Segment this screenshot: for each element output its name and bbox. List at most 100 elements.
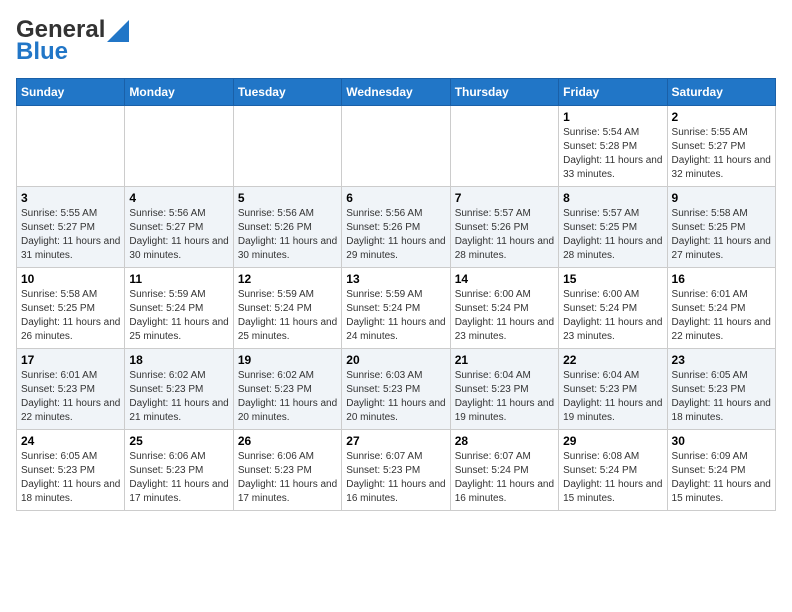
day-info: Sunrise: 6:05 AM Sunset: 5:23 PM Dayligh…: [672, 369, 771, 425]
logo-general: General: [16, 16, 105, 44]
day-info: Sunrise: 5:56 AM Sunset: 5:26 PM Dayligh…: [346, 207, 445, 263]
day-number: 27: [346, 434, 445, 448]
calendar-header-wednesday: Wednesday: [342, 79, 450, 106]
calendar-cell: 7 Sunrise: 5:57 AM Sunset: 5:26 PM Daylig…: [450, 187, 558, 268]
calendar-cell: 29 Sunrise: 6:08 AM Sunset: 5:24 PM Dayli…: [559, 430, 667, 511]
day-number: 12: [238, 272, 337, 286]
day-number: 7: [455, 191, 554, 205]
day-info: Sunrise: 6:02 AM Sunset: 5:23 PM Dayligh…: [238, 369, 337, 425]
day-info: Sunrise: 5:58 AM Sunset: 5:25 PM Dayligh…: [21, 288, 120, 344]
calendar-cell: 13 Sunrise: 5:59 AM Sunset: 5:24 PM Dayli…: [342, 268, 450, 349]
day-number: 14: [455, 272, 554, 286]
calendar-cell: 6 Sunrise: 5:56 AM Sunset: 5:26 PM Daylig…: [342, 187, 450, 268]
calendar-header-tuesday: Tuesday: [233, 79, 341, 106]
calendar-week-row-2: 3 Sunrise: 5:55 AM Sunset: 5:27 PM Daylig…: [17, 187, 776, 268]
day-info: Sunrise: 5:54 AM Sunset: 5:28 PM Dayligh…: [563, 126, 662, 182]
day-info: Sunrise: 6:09 AM Sunset: 5:24 PM Dayligh…: [672, 450, 771, 506]
calendar-cell: 21 Sunrise: 6:04 AM Sunset: 5:23 PM Dayli…: [450, 349, 558, 430]
day-info: Sunrise: 6:02 AM Sunset: 5:23 PM Dayligh…: [129, 369, 228, 425]
calendar-cell: 11 Sunrise: 5:59 AM Sunset: 5:24 PM Dayli…: [125, 268, 233, 349]
calendar-cell: [342, 106, 450, 187]
calendar-cell: 19 Sunrise: 6:02 AM Sunset: 5:23 PM Dayli…: [233, 349, 341, 430]
calendar-cell: 12 Sunrise: 5:59 AM Sunset: 5:24 PM Dayli…: [233, 268, 341, 349]
calendar-cell: 8 Sunrise: 5:57 AM Sunset: 5:25 PM Daylig…: [559, 187, 667, 268]
day-info: Sunrise: 6:01 AM Sunset: 5:24 PM Dayligh…: [672, 288, 771, 344]
day-number: 26: [238, 434, 337, 448]
logo-icon: [107, 20, 129, 42]
day-number: 5: [238, 191, 337, 205]
calendar-cell: 23 Sunrise: 6:05 AM Sunset: 5:23 PM Dayli…: [667, 349, 775, 430]
day-info: Sunrise: 6:04 AM Sunset: 5:23 PM Dayligh…: [563, 369, 662, 425]
calendar-cell: [125, 106, 233, 187]
day-number: 29: [563, 434, 662, 448]
day-info: Sunrise: 5:59 AM Sunset: 5:24 PM Dayligh…: [238, 288, 337, 344]
day-info: Sunrise: 5:57 AM Sunset: 5:25 PM Dayligh…: [563, 207, 662, 263]
calendar-cell: 30 Sunrise: 6:09 AM Sunset: 5:24 PM Dayli…: [667, 430, 775, 511]
calendar-cell: 16 Sunrise: 6:01 AM Sunset: 5:24 PM Dayli…: [667, 268, 775, 349]
day-info: Sunrise: 6:04 AM Sunset: 5:23 PM Dayligh…: [455, 369, 554, 425]
day-number: 20: [346, 353, 445, 367]
calendar-cell: 20 Sunrise: 6:03 AM Sunset: 5:23 PM Dayli…: [342, 349, 450, 430]
day-info: Sunrise: 5:57 AM Sunset: 5:26 PM Dayligh…: [455, 207, 554, 263]
day-number: 13: [346, 272, 445, 286]
calendar-cell: 10Sunrise: 5:58 AM Sunset: 5:25 PM Dayli…: [17, 268, 125, 349]
calendar-cell: 17 Sunrise: 6:01 AM Sunset: 5:23 PM Dayli…: [17, 349, 125, 430]
day-number: 8: [563, 191, 662, 205]
day-number: 16: [672, 272, 771, 286]
calendar-header-monday: Monday: [125, 79, 233, 106]
calendar-cell: 1Sunrise: 5:54 AM Sunset: 5:28 PM Daylig…: [559, 106, 667, 187]
day-info: Sunrise: 6:00 AM Sunset: 5:24 PM Dayligh…: [563, 288, 662, 344]
day-info: Sunrise: 6:00 AM Sunset: 5:24 PM Dayligh…: [455, 288, 554, 344]
day-number: 24: [21, 434, 120, 448]
day-number: 21: [455, 353, 554, 367]
calendar-cell: 9Sunrise: 5:58 AM Sunset: 5:25 PM Daylig…: [667, 187, 775, 268]
calendar-cell: 18 Sunrise: 6:02 AM Sunset: 5:23 PM Dayli…: [125, 349, 233, 430]
day-info: Sunrise: 6:06 AM Sunset: 5:23 PM Dayligh…: [238, 450, 337, 506]
calendar-week-row-5: 24 Sunrise: 6:05 AM Sunset: 5:23 PM Dayli…: [17, 430, 776, 511]
calendar-cell: 22 Sunrise: 6:04 AM Sunset: 5:23 PM Dayli…: [559, 349, 667, 430]
day-info: Sunrise: 6:08 AM Sunset: 5:24 PM Dayligh…: [563, 450, 662, 506]
calendar-cell: 14 Sunrise: 6:00 AM Sunset: 5:24 PM Dayli…: [450, 268, 558, 349]
calendar-header-thursday: Thursday: [450, 79, 558, 106]
calendar-table: SundayMondayTuesdayWednesdayThursdayFrid…: [16, 78, 776, 511]
calendar-week-row-4: 17 Sunrise: 6:01 AM Sunset: 5:23 PM Dayli…: [17, 349, 776, 430]
day-info: Sunrise: 6:05 AM Sunset: 5:23 PM Dayligh…: [21, 450, 120, 506]
day-number: 18: [129, 353, 228, 367]
day-number: 19: [238, 353, 337, 367]
calendar-cell: 4 Sunrise: 5:56 AM Sunset: 5:27 PM Daylig…: [125, 187, 233, 268]
day-info: Sunrise: 5:59 AM Sunset: 5:24 PM Dayligh…: [129, 288, 228, 344]
day-number: 4: [129, 191, 228, 205]
day-info: Sunrise: 6:01 AM Sunset: 5:23 PM Dayligh…: [21, 369, 120, 425]
day-number: 17: [21, 353, 120, 367]
day-number: 30: [672, 434, 771, 448]
day-info: Sunrise: 6:07 AM Sunset: 5:24 PM Dayligh…: [455, 450, 554, 506]
day-info: Sunrise: 6:06 AM Sunset: 5:23 PM Dayligh…: [129, 450, 228, 506]
calendar-cell: 15Sunrise: 6:00 AM Sunset: 5:24 PM Dayli…: [559, 268, 667, 349]
calendar-week-row-3: 10Sunrise: 5:58 AM Sunset: 5:25 PM Dayli…: [17, 268, 776, 349]
calendar-header-row: SundayMondayTuesdayWednesdayThursdayFrid…: [17, 79, 776, 106]
calendar-cell: 2Sunrise: 5:55 AM Sunset: 5:27 PM Daylig…: [667, 106, 775, 187]
day-info: Sunrise: 6:07 AM Sunset: 5:23 PM Dayligh…: [346, 450, 445, 506]
calendar-header-sunday: Sunday: [17, 79, 125, 106]
day-info: Sunrise: 5:56 AM Sunset: 5:26 PM Dayligh…: [238, 207, 337, 263]
calendar-cell: 28Sunrise: 6:07 AM Sunset: 5:24 PM Dayli…: [450, 430, 558, 511]
page-header: General Blue: [16, 16, 776, 66]
day-number: 3: [21, 191, 120, 205]
calendar-cell: [17, 106, 125, 187]
day-info: Sunrise: 6:03 AM Sunset: 5:23 PM Dayligh…: [346, 369, 445, 425]
calendar-cell: 25 Sunrise: 6:06 AM Sunset: 5:23 PM Dayli…: [125, 430, 233, 511]
day-number: 25: [129, 434, 228, 448]
calendar-header-friday: Friday: [559, 79, 667, 106]
calendar-header-saturday: Saturday: [667, 79, 775, 106]
calendar-cell: [233, 106, 341, 187]
day-info: Sunrise: 5:56 AM Sunset: 5:27 PM Dayligh…: [129, 207, 228, 263]
day-info: Sunrise: 5:55 AM Sunset: 5:27 PM Dayligh…: [21, 207, 120, 263]
calendar-cell: [450, 106, 558, 187]
day-number: 11: [129, 272, 228, 286]
day-number: 23: [672, 353, 771, 367]
day-number: 22: [563, 353, 662, 367]
day-info: Sunrise: 5:58 AM Sunset: 5:25 PM Dayligh…: [672, 207, 771, 263]
day-number: 6: [346, 191, 445, 205]
calendar-cell: 24 Sunrise: 6:05 AM Sunset: 5:23 PM Dayli…: [17, 430, 125, 511]
day-info: Sunrise: 5:59 AM Sunset: 5:24 PM Dayligh…: [346, 288, 445, 344]
